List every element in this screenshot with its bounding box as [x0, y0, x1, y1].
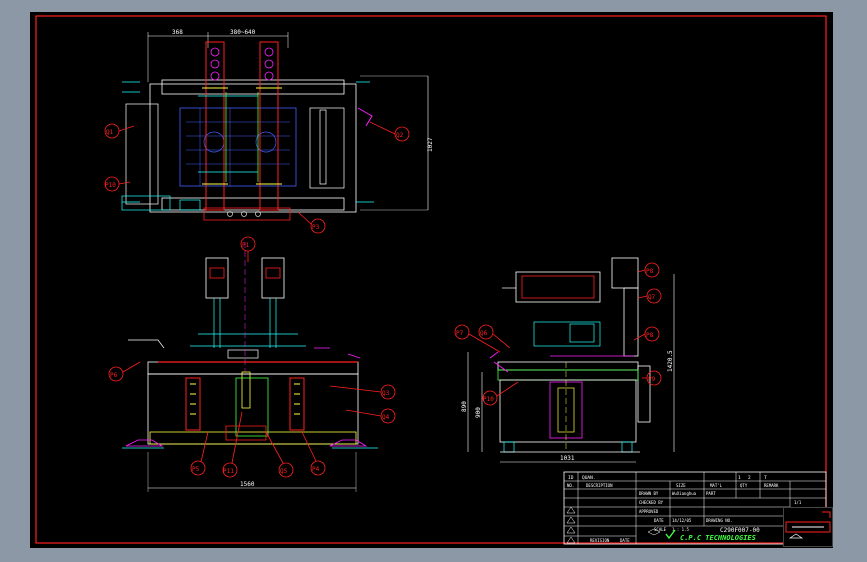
callout-p10: P10	[105, 182, 116, 189]
tb-page-info: 1/1	[794, 500, 802, 505]
tb-part: PART	[706, 491, 716, 496]
side-view: 1031 890 900 1420.5 P8 Q7 P7 Q6 P8 P9 P1…	[454, 257, 675, 463]
callout-q6: Q6	[480, 330, 488, 337]
callout-p1: P1	[242, 242, 250, 249]
tb-drawing-no-label: DRAWING NO.	[706, 518, 733, 523]
tb-drawing-no: C290F007-00	[720, 527, 760, 534]
tb-quan: QUAN.	[582, 475, 596, 481]
callout-p3: P3	[312, 224, 320, 231]
callout-side-p8a: P8	[646, 268, 654, 275]
tb-drawn-by: DRAWN BY	[639, 491, 659, 496]
dim-top-height: 1027	[427, 137, 434, 152]
revision-triangles	[566, 506, 576, 544]
tb-qty: QTY	[740, 483, 748, 488]
callout-q1: Q1	[106, 129, 114, 136]
tb-col-t: T	[764, 475, 767, 481]
drawing-sheet: 368 380~640 1027 Q1 P10 Q2 P3 1560 P1 P6…	[30, 12, 833, 548]
drawing-border	[35, 15, 827, 544]
company-name: C.P.C TECHNOLOGIES	[680, 534, 756, 542]
dim-front-width: 1560	[240, 481, 255, 488]
tb-scale-label: SCALE	[654, 527, 667, 532]
tb-drawn-name: WuXianghua	[672, 491, 697, 496]
dim-side-inner: 900	[475, 407, 482, 418]
callout-p11: P11	[223, 468, 234, 475]
tb-col1: 1	[738, 475, 741, 481]
callout-p9: P9	[648, 376, 656, 383]
callout-q4: Q4	[382, 414, 390, 421]
tb-description: DESCRIPTION	[586, 483, 613, 488]
dim-side-left: 890	[461, 401, 468, 412]
tb-col2: 2	[748, 475, 751, 481]
company-logo-icon	[665, 529, 676, 540]
cad-drawing: 368 380~640 1027 Q1 P10 Q2 P3 1560 P1 P6…	[35, 15, 827, 545]
tb-matl: MAT'L	[710, 483, 723, 488]
tb-remark: REMARK	[764, 483, 779, 488]
tb-checked-by: CHECKED BY	[639, 500, 664, 505]
tb-no: NO.	[567, 483, 574, 488]
callout-p5: P5	[192, 466, 200, 473]
front-view: 1560 P1 P6 Q3 Q4 P5 P11 Q5 P4	[108, 236, 396, 492]
callout-side-p8b: P8	[646, 332, 654, 339]
callout-p4: P4	[312, 466, 320, 473]
callout-p7: P7	[456, 330, 464, 337]
dim-top-right: 380~640	[230, 29, 256, 36]
navigation-cube-icon	[785, 511, 831, 539]
callout-p6: P6	[110, 372, 118, 379]
callout-side-p10: P10	[483, 396, 494, 403]
tb-approved: APPROVED	[639, 509, 659, 514]
callout-q3: Q3	[382, 390, 390, 397]
callout-q5: Q5	[280, 468, 288, 475]
dim-side-width: 1031	[560, 455, 575, 462]
view-navigation-widget[interactable]	[783, 507, 833, 547]
dim-top-left: 368	[172, 29, 183, 36]
tb-size: SIZE	[676, 483, 686, 488]
callout-q2: Q2	[396, 132, 404, 139]
tb-date-value: 14/12/05	[672, 518, 692, 523]
tb-date-label: DATE	[654, 518, 664, 523]
tb-revision: REVISION	[590, 538, 610, 543]
tb-date-col: DATE	[620, 538, 630, 543]
callout-q7: Q7	[648, 294, 656, 301]
tb-id: ID	[568, 475, 574, 481]
dim-side-right: 1420.5	[667, 350, 674, 372]
top-view: 368 380~640 1027 Q1 P10 Q2 P3	[104, 29, 434, 234]
